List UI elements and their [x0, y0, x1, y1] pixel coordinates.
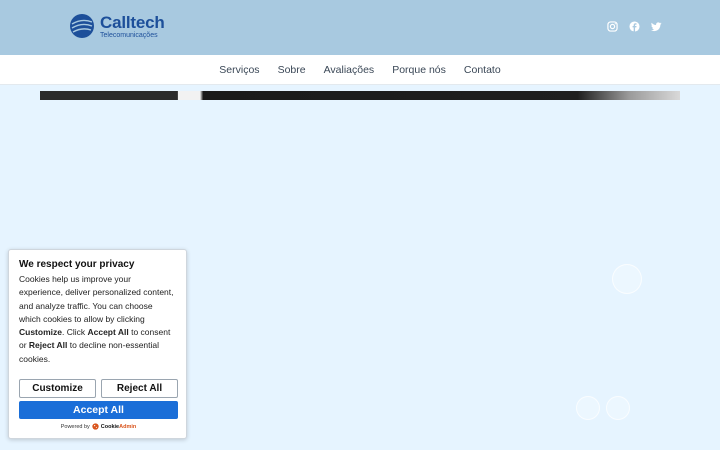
nav-item-porque-nos[interactable]: Porque nós	[392, 64, 446, 76]
powered-by-label: Powered by	[60, 423, 90, 430]
main-nav: Serviços Sobre Avaliações Porque nós Con…	[0, 55, 720, 85]
faded-circle-decoration	[606, 396, 630, 420]
cookie-text-part: . Click	[61, 327, 88, 338]
cookie-text-part: Cookies help us improve your experience,…	[19, 274, 174, 324]
cookie-banner-text: Cookies help us improve your experience,…	[19, 273, 176, 366]
cookieadmin-logo-icon	[92, 423, 99, 430]
logo-text: Calltech Telecomunicações	[100, 14, 165, 39]
brand-tagline: Telecomunicações	[100, 31, 158, 39]
provider-prefix: Cookie	[100, 423, 120, 430]
cookie-secondary-buttons: Customize Reject All	[19, 379, 178, 398]
nav-item-avaliacoes[interactable]: Avaliações	[324, 64, 375, 76]
nav-item-servicos[interactable]: Serviços	[219, 64, 259, 76]
cookie-text-accept: Accept All	[87, 327, 129, 338]
cookie-text-customize: Customize	[19, 327, 62, 338]
social-links	[607, 21, 662, 32]
nav-item-contato[interactable]: Contato	[464, 64, 501, 76]
site-header: Calltech Telecomunicações	[0, 0, 720, 55]
faded-circle-decoration	[612, 264, 642, 294]
accept-all-button[interactable]: Accept All	[19, 401, 178, 419]
calltech-logo[interactable]: Calltech Telecomunicações	[68, 12, 165, 40]
faded-circle-decoration	[576, 396, 600, 420]
provider-suffix: Admin	[119, 423, 137, 430]
hero-image-strip	[40, 91, 680, 100]
cookieadmin-link[interactable]: CookieAdmin	[101, 424, 136, 430]
powered-by: Powered by CookieAdmin	[9, 423, 188, 430]
logo-globe-icon	[70, 14, 94, 38]
cookie-banner-title: We respect your privacy	[19, 259, 135, 270]
cookie-consent-banner: We respect your privacy Cookies help us …	[8, 249, 187, 439]
facebook-icon[interactable]	[629, 21, 640, 32]
nav-item-sobre[interactable]: Sobre	[278, 64, 306, 76]
twitter-icon[interactable]	[651, 21, 662, 32]
customize-button[interactable]: Customize	[19, 379, 96, 398]
cookie-text-reject: Reject All	[28, 340, 68, 351]
instagram-icon[interactable]	[607, 21, 618, 32]
brand-name: Calltech	[100, 12, 165, 32]
cookie-buttons: Customize Reject All Accept All	[19, 379, 178, 419]
reject-all-button[interactable]: Reject All	[101, 379, 178, 398]
